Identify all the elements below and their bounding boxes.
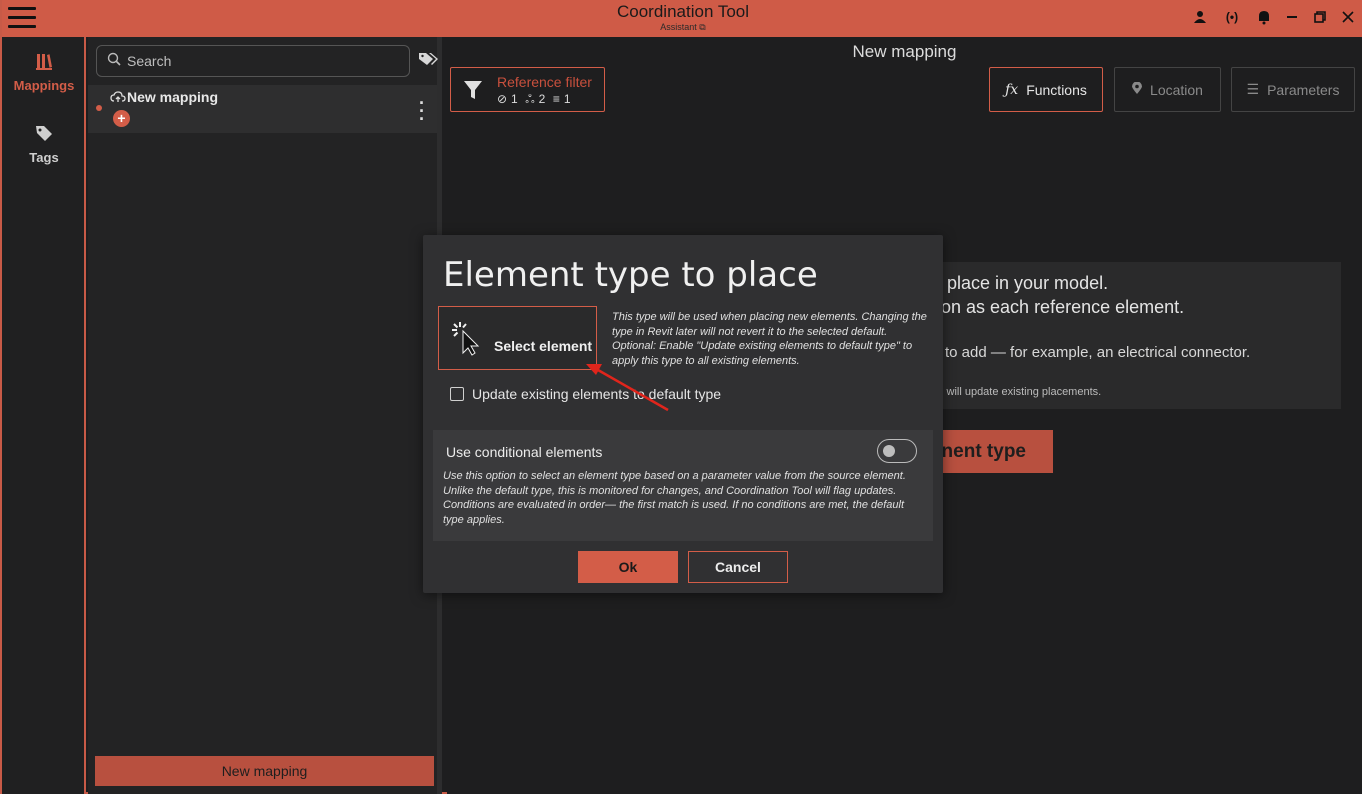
tag-icon — [2, 123, 86, 148]
cloud-upload-icon — [110, 90, 126, 107]
tab-parameters[interactable]: ☰ Parameters — [1231, 67, 1355, 112]
select-element-type-button[interactable]: nent type — [931, 430, 1053, 473]
tab-location-label: Location — [1150, 81, 1203, 98]
instructions-line-2: on as each reference element. — [941, 297, 1185, 317]
copy-icon[interactable]: ⧉ — [699, 22, 705, 32]
search-box — [96, 45, 410, 77]
dialog-help-text: This type will be used when placing new … — [612, 311, 927, 367]
reference-filter-button[interactable]: Reference filter ⊘ 1 ஃ 2 ≡ 1 — [450, 67, 605, 112]
bell-icon[interactable] — [1256, 8, 1272, 26]
tab-functions[interactable]: ƒx Functions — [989, 67, 1103, 112]
new-mapping-button[interactable]: New mapping — [95, 756, 434, 786]
unsaved-indicator — [96, 105, 102, 111]
cancel-button[interactable]: Cancel — [688, 551, 788, 583]
update-existing-checkbox-row[interactable]: Update existing elements to default type — [450, 386, 721, 402]
conditional-elements-label: Use conditional elements — [446, 444, 603, 460]
element-type-dialog: Element type to place Select element Thi… — [423, 235, 943, 593]
reference-filter-label: Reference filter — [497, 74, 592, 90]
pin-icon — [1132, 81, 1143, 98]
mapping-name: New mapping — [127, 89, 219, 105]
rail-label-tags: Tags — [29, 150, 59, 165]
click-cursor-icon — [452, 322, 480, 356]
search-icon — [107, 52, 121, 69]
instructions-line-4: l will update existing placements. — [941, 386, 1102, 398]
mapping-list-panel: New mapping + ··· New mapping — [88, 37, 442, 794]
toggle-knob — [883, 445, 895, 457]
page-title: New mapping — [852, 42, 957, 61]
search-input[interactable] — [127, 51, 397, 71]
app-title: Coordination Tool — [617, 2, 749, 21]
title-bar: Coordination Tool Assistant ⧉ (•) — [2, 0, 1362, 37]
tab-parameters-label: Parameters — [1267, 81, 1340, 98]
instructions-line-3: to add — for example, an electrical conn… — [945, 344, 1251, 361]
rail-item-mappings[interactable]: Mappings — [2, 51, 86, 93]
app-subtitle-text: Assistant — [660, 22, 697, 32]
tab-location[interactable]: Location — [1114, 67, 1221, 112]
list-icon: ☰ — [1246, 81, 1260, 97]
link-count: 1 — [511, 92, 518, 106]
left-rail: Mappings Tags — [2, 37, 86, 794]
broadcast-icon[interactable]: (•) — [1220, 8, 1244, 26]
filter-lines-icon: ≡ — [552, 92, 561, 106]
more-options-icon[interactable]: · · · — [419, 94, 427, 128]
conditional-elements-panel: Use conditional elements Use this option… — [433, 430, 933, 541]
rail-item-tags[interactable]: Tags — [2, 123, 86, 165]
tag-filter-icon[interactable] — [418, 51, 438, 67]
titlebar-icons: (•) — [1192, 8, 1356, 26]
minimize-icon[interactable] — [1284, 8, 1300, 26]
link-icon: ⊘ — [497, 92, 508, 106]
library-icon — [2, 51, 86, 76]
filter-count: 1 — [563, 92, 571, 106]
add-function-icon[interactable]: + — [113, 110, 130, 127]
ok-button[interactable]: Ok — [578, 551, 678, 583]
app-window: Coordination Tool Assistant ⧉ (•) Mappin… — [0, 0, 1362, 794]
restore-icon[interactable] — [1312, 8, 1328, 26]
tab-functions-label: Functions — [1026, 81, 1087, 98]
update-existing-checkbox[interactable] — [450, 387, 464, 401]
hierarchy-count: 2 — [538, 92, 546, 106]
select-element-button[interactable]: Select element — [438, 306, 597, 370]
app-subtitle: Assistant ⧉ — [2, 22, 1362, 33]
update-existing-label: Update existing elements to default type — [472, 386, 722, 402]
dialog-title: Element type to place — [443, 255, 818, 295]
close-icon[interactable] — [1340, 8, 1356, 26]
user-icon[interactable] — [1192, 8, 1208, 26]
rail-label-mappings: Mappings — [13, 78, 75, 93]
conditional-elements-help: Use this option to select an element typ… — [443, 470, 906, 526]
hierarchy-icon: ஃ — [525, 92, 535, 106]
funnel-icon — [464, 81, 482, 99]
select-element-label: Select element — [494, 338, 593, 354]
instructions-line-1: place in your model. — [947, 273, 1109, 293]
fx-icon: ƒx — [1005, 81, 1019, 98]
conditional-elements-toggle[interactable] — [877, 439, 917, 463]
reference-filter-counts: ⊘ 1 ஃ 2 ≡ 1 — [497, 92, 571, 108]
mapping-list-item[interactable]: New mapping + · · · — [88, 85, 437, 133]
